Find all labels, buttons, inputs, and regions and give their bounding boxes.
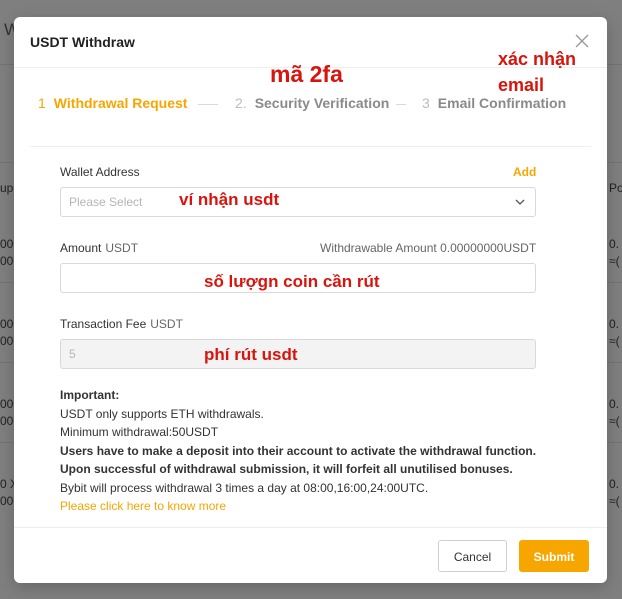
amount-unit: USDT (105, 241, 139, 255)
notes-line: Users have to make a deposit into their … (60, 443, 537, 458)
cancel-button[interactable]: Cancel (438, 540, 507, 572)
step-label: Security Verification (254, 95, 390, 111)
annotation-fee: phí rút usdt (204, 345, 298, 364)
annotation-wallet: ví nhận usdt (179, 190, 280, 209)
withdraw-dialog: USDT Withdraw 1 Withdrawal Request 2. Secu… (14, 17, 607, 583)
amount-label-text: Amount (60, 241, 102, 255)
notes-line: USDT only supports ETH withdrawals. (60, 406, 264, 421)
wallet-address-label: Wallet Address (60, 165, 140, 179)
step-number: 3 (422, 95, 430, 111)
fee-label-text: Transaction Fee (60, 317, 147, 331)
withdrawable-value: 0.00000000USDT (440, 241, 537, 255)
step-security-verification: 2. Security Verification (235, 95, 389, 111)
close-icon[interactable] (574, 33, 590, 49)
step-label: Withdrawal Request (53, 95, 188, 111)
step-number: 1 (38, 95, 46, 111)
annotation-amount: số lượgn coin cần rút (204, 272, 380, 291)
transaction-fee-field: 5 (60, 339, 536, 369)
notes-line: Bybit will process withdrawal 3 times a … (60, 480, 429, 495)
dialog-title: USDT Withdraw (30, 34, 135, 50)
step-separator (396, 104, 406, 105)
notes-line: Minimum withdrawal:50USDT (60, 425, 219, 439)
wallet-address-select[interactable]: Please Select (60, 187, 536, 217)
stepper-divider (30, 146, 591, 147)
notes-line: Upon successful of withdrawal submission… (60, 462, 513, 476)
fee-unit: USDT (150, 317, 183, 331)
withdrawable-label: Withdrawable Amount (320, 241, 437, 255)
fee-value: 5 (69, 347, 76, 361)
step-separator (198, 104, 218, 105)
submit-button[interactable]: Submit (519, 540, 589, 572)
footer-divider (14, 527, 607, 528)
amount-label: Amount USDT (60, 241, 138, 255)
wallet-address-placeholder: Please Select (69, 195, 143, 209)
step-number: 2. (235, 95, 247, 111)
annotation-2fa: mã 2fa (270, 61, 343, 87)
step-withdrawal-request: 1 Withdrawal Request (38, 95, 187, 111)
annotation-email-line1: xác nhận (498, 49, 577, 69)
chevron-down-icon (515, 199, 525, 205)
know-more-link[interactable]: Please click here to know more (60, 497, 560, 516)
add-wallet-link[interactable]: Add (513, 165, 536, 179)
step-label: Email Confirmation (437, 95, 567, 111)
notes-title: Important: (60, 388, 120, 402)
withdrawable-amount: Withdrawable Amount 0.00000000USDT (320, 241, 536, 255)
transaction-fee-label: Transaction Fee USDT (60, 317, 183, 331)
step-email-confirmation: 3 Email Confirmation (422, 95, 566, 111)
important-notes: Important: USDT only supports ETH withdr… (60, 386, 560, 516)
annotation-email-line2: email (498, 75, 545, 95)
